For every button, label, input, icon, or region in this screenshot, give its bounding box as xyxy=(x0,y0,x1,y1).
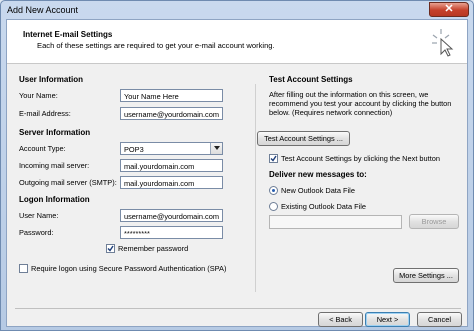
more-settings-button[interactable]: More Settings ... xyxy=(393,268,459,283)
browse-button[interactable]: Browse xyxy=(409,214,459,229)
header-subtitle: Each of these settings are required to g… xyxy=(37,41,275,50)
server-info-heading: Server Information xyxy=(19,128,91,137)
outgoing-server-label: Outgoing mail server (SMTP): xyxy=(19,178,117,187)
dropdown-arrow[interactable] xyxy=(210,143,222,154)
title-bar: Add New Account ✕ xyxy=(1,1,473,19)
existing-data-file-label: Existing Outlook Data File xyxy=(281,202,367,211)
account-type-select[interactable]: POP3 xyxy=(120,142,223,155)
existing-data-file-path-input[interactable] xyxy=(269,215,402,229)
auto-test-checkbox[interactable] xyxy=(269,154,278,163)
cancel-button[interactable]: Cancel xyxy=(417,312,462,327)
outgoing-server-input[interactable]: mail.yourdomain.com xyxy=(120,176,223,189)
window-title: Add New Account xyxy=(7,5,79,15)
account-type-label: Account Type: xyxy=(19,144,66,153)
incoming-server-label: Incoming mail server: xyxy=(19,161,90,170)
your-name-label: Your Name: xyxy=(19,91,58,100)
chevron-down-icon xyxy=(214,146,220,150)
header-title: Internet E-mail Settings xyxy=(23,30,113,39)
existing-data-file-radio[interactable] xyxy=(269,202,278,211)
spa-label: Require logon using Secure Password Auth… xyxy=(31,264,227,273)
test-description-line-1: After filling out the information on thi… xyxy=(269,90,429,99)
deliver-messages-heading: Deliver new messages to: xyxy=(269,170,367,179)
column-divider xyxy=(255,84,256,292)
logon-info-heading: Logon Information xyxy=(19,195,90,204)
test-description-line-3: below. (Requires network connection) xyxy=(269,108,393,117)
next-button[interactable]: Next > xyxy=(365,312,410,327)
account-type-value: POP3 xyxy=(124,145,144,154)
spa-checkbox[interactable] xyxy=(19,264,28,273)
user-name-label: User Name: xyxy=(19,211,59,220)
remember-password-checkbox[interactable] xyxy=(106,244,115,253)
email-address-label: E-mail Address: xyxy=(19,109,71,118)
test-description-line-2: recommend you test your account by click… xyxy=(269,99,452,108)
new-data-file-label: New Outlook Data File xyxy=(281,186,355,195)
header-panel: Internet E-mail Settings Each of these s… xyxy=(7,20,467,64)
user-info-heading: User Information xyxy=(19,75,84,84)
your-name-input[interactable]: Your Name Here xyxy=(120,89,223,102)
test-settings-heading: Test Account Settings xyxy=(269,75,353,84)
remember-password-label: Remember password xyxy=(118,244,189,253)
new-data-file-radio[interactable] xyxy=(269,186,278,195)
password-label: Password: xyxy=(19,228,54,237)
user-name-input[interactable]: username@yourdomain.com xyxy=(120,209,223,222)
checkmark-icon xyxy=(270,155,277,162)
dialog-client: Internet E-mail Settings Each of these s… xyxy=(6,19,468,327)
cursor-click-icon xyxy=(432,29,454,57)
add-account-window: Add New Account ✕ Internet E-mail Settin… xyxy=(0,0,474,331)
auto-test-label: Test Account Settings by clicking the Ne… xyxy=(281,154,440,163)
email-address-input[interactable]: username@yourdomain.com xyxy=(120,107,223,120)
incoming-server-input[interactable]: mail.yourdomain.com xyxy=(120,159,223,172)
footer-divider xyxy=(15,308,461,309)
test-account-settings-button[interactable]: Test Account Settings ... xyxy=(257,131,350,146)
close-button[interactable]: ✕ xyxy=(429,2,469,17)
password-input[interactable]: ********* xyxy=(120,226,223,239)
back-button[interactable]: < Back xyxy=(318,312,363,327)
checkmark-icon xyxy=(107,245,114,252)
